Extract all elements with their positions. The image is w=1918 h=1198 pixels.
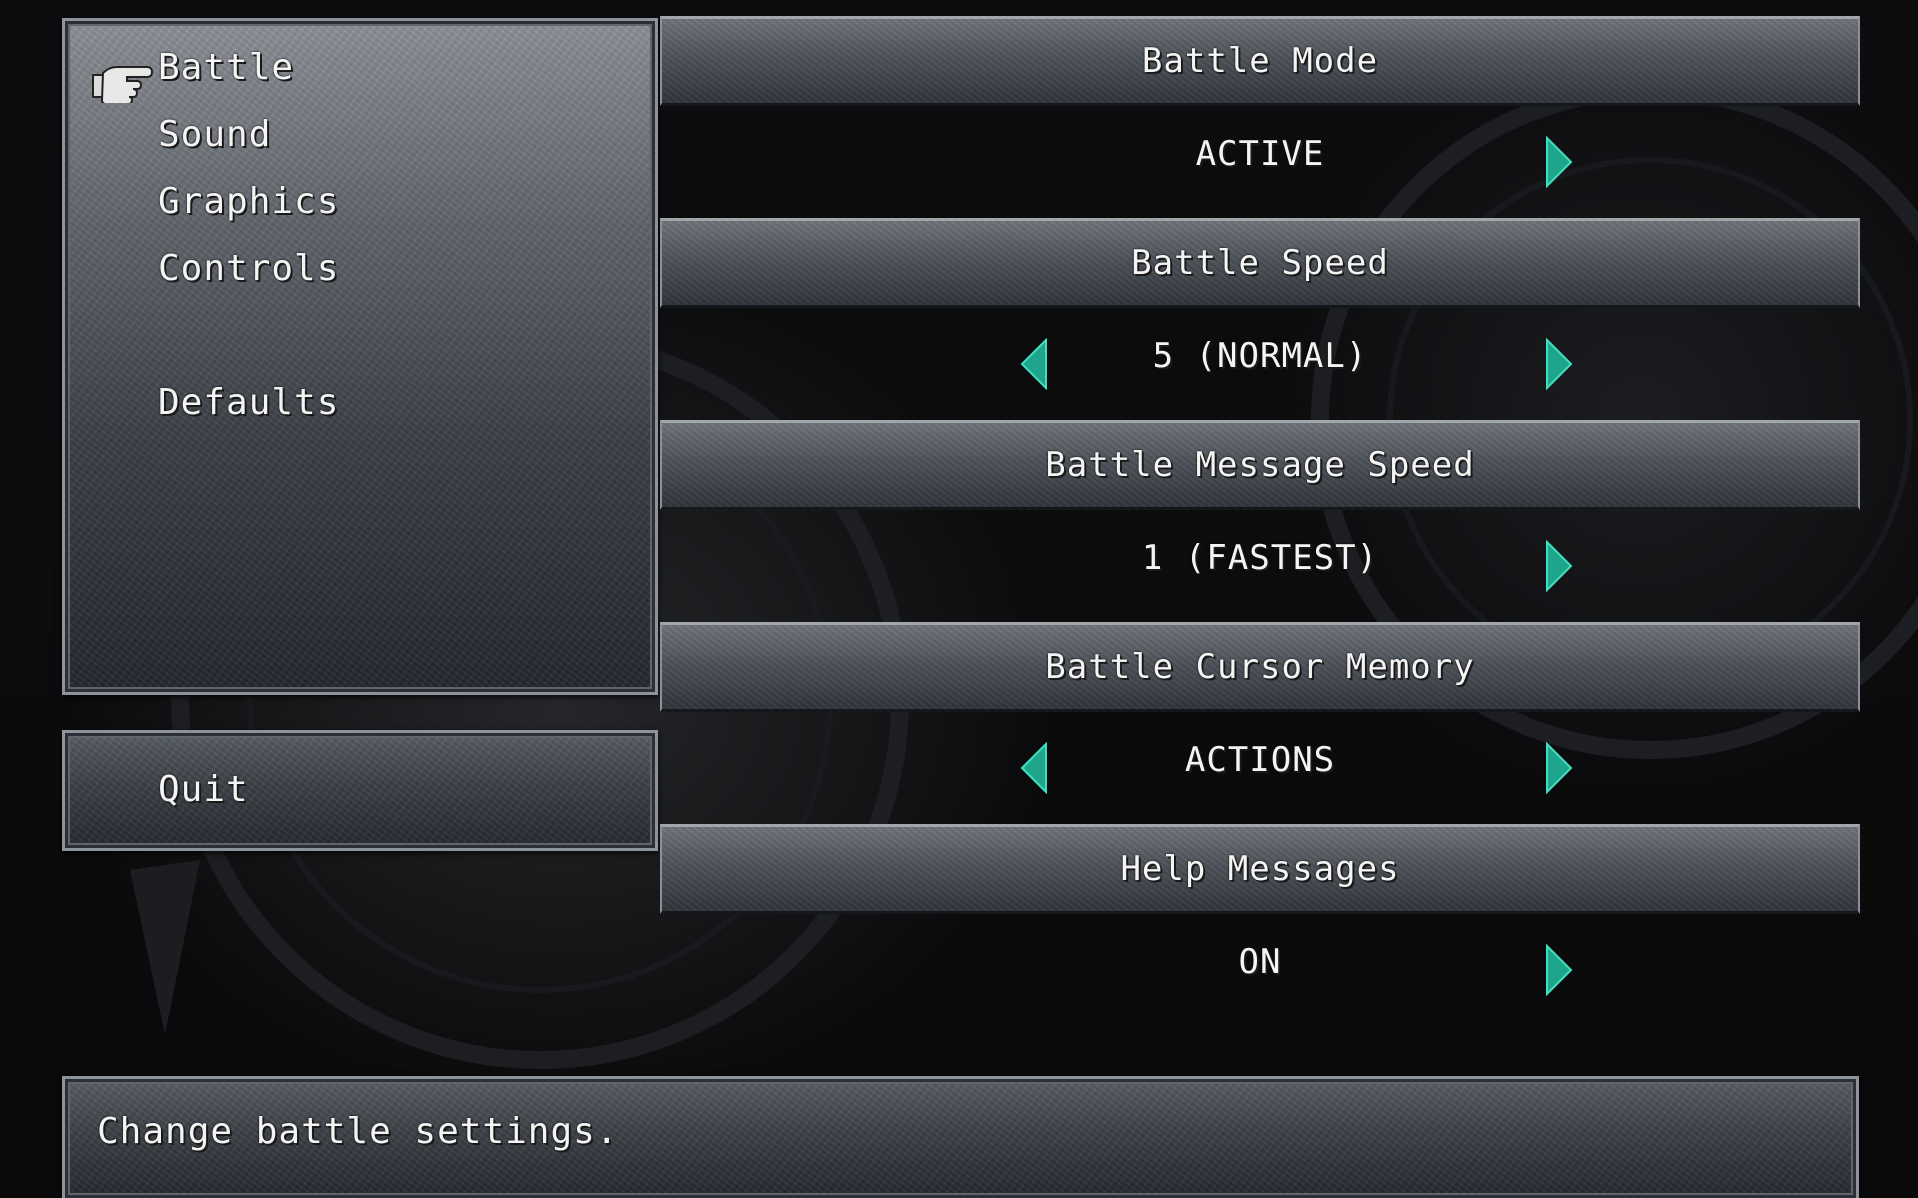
help-message-text: Change battle settings. — [97, 1111, 619, 1152]
quit-panel: Quit — [62, 730, 658, 851]
setting-title: Battle Speed — [1131, 243, 1389, 283]
setting-value-help-messages: ON — [660, 914, 1860, 1024]
setting-header-battle-mode: Battle Mode — [660, 16, 1860, 106]
setting-title: Battle Cursor Memory — [1045, 647, 1475, 687]
setting-header-battle-speed: Battle Speed — [660, 218, 1860, 308]
right-arrow-icon[interactable] — [1545, 540, 1573, 592]
setting-value: 5 (NORMAL) — [1152, 336, 1368, 376]
menu-item-defaults[interactable]: Defaults — [158, 382, 339, 423]
help-message-panel: Change battle settings. — [62, 1076, 1859, 1198]
menu-item-sound[interactable]: Sound — [158, 114, 271, 155]
setting-title: Battle Mode — [1141, 41, 1379, 81]
setting-value: ACTIVE — [1195, 134, 1325, 174]
setting-header-battle-message-speed: Battle Message Speed — [660, 420, 1860, 510]
quit-button[interactable]: Quit — [158, 769, 249, 810]
setting-title: Help Messages — [1120, 849, 1400, 889]
setting-header-help-messages: Help Messages — [660, 824, 1860, 914]
setting-value-battle-mode: ACTIVE — [660, 106, 1860, 216]
settings-category-menu: Battle Sound Graphics Controls Defaults — [62, 18, 658, 695]
setting-value: ACTIONS — [1184, 740, 1336, 780]
setting-header-battle-cursor-memory: Battle Cursor Memory — [660, 622, 1860, 712]
setting-value: 1 (FASTEST) — [1141, 538, 1379, 578]
right-arrow-icon[interactable] — [1545, 338, 1573, 390]
right-arrow-icon[interactable] — [1545, 944, 1573, 996]
menu-item-battle[interactable]: Battle — [158, 47, 294, 88]
setting-value: ON — [1238, 942, 1282, 982]
setting-title: Battle Message Speed — [1045, 445, 1475, 485]
right-arrow-icon[interactable] — [1545, 136, 1573, 188]
setting-value-battle-cursor-memory: ACTIONS — [660, 712, 1860, 822]
setting-value-battle-speed: 5 (NORMAL) — [660, 308, 1860, 418]
pointing-hand-icon — [92, 66, 153, 103]
menu-item-controls[interactable]: Controls — [158, 248, 339, 289]
menu-item-graphics[interactable]: Graphics — [158, 181, 339, 222]
setting-value-battle-message-speed: 1 (FASTEST) — [660, 510, 1860, 620]
right-arrow-icon[interactable] — [1545, 742, 1573, 794]
